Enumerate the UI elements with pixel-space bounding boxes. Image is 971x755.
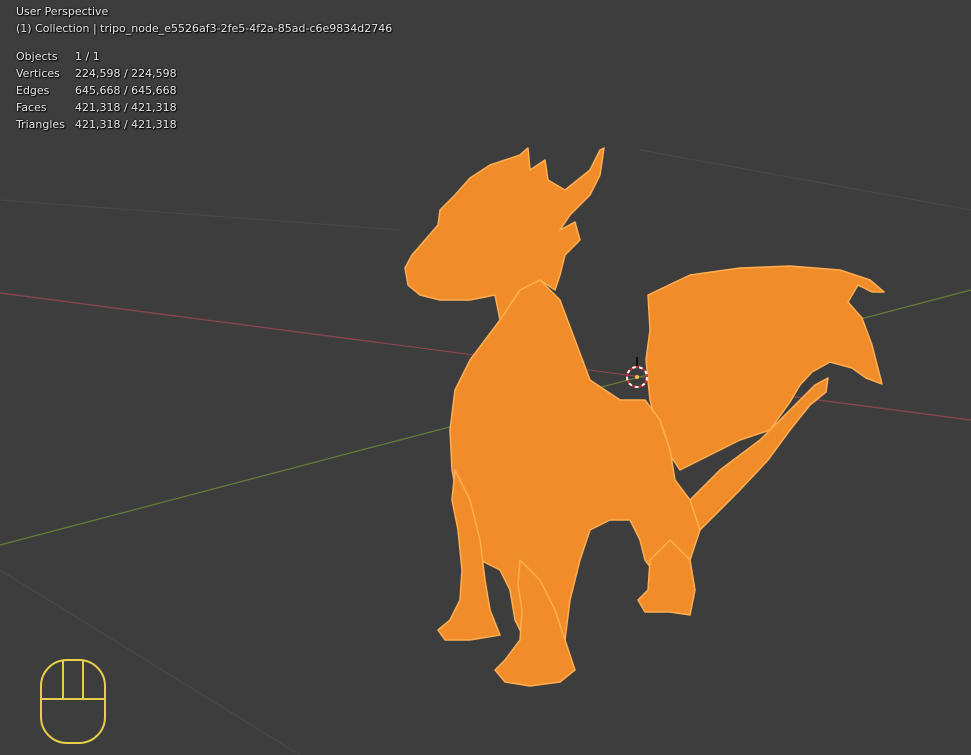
stat-row-triangles: Triangles 421,318 / 421,318: [16, 116, 177, 133]
stat-label: Faces: [16, 101, 47, 114]
stat-label: Vertices: [16, 67, 60, 80]
3d-cursor-icon[interactable]: [626, 357, 648, 388]
stat-label: Objects: [16, 50, 58, 63]
3d-viewport[interactable]: User Perspective (1) Collection | tripo_…: [0, 0, 971, 755]
stat-label: Triangles: [16, 118, 65, 131]
scene-statistics: Objects 1 / 1 Vertices 224,598 / 224,598…: [16, 48, 177, 133]
viewport-text-overlay: User Perspective (1) Collection | tripo_…: [16, 3, 392, 133]
mouse-icon: [40, 659, 106, 744]
dragon-head: [404, 147, 605, 321]
stat-label: Edges: [16, 84, 50, 97]
stat-row-vertices: Vertices 224,598 / 224,598: [16, 65, 177, 82]
stat-row-faces: Faces 421,318 / 421,318: [16, 99, 177, 116]
collection-label: (1) Collection | tripo_node_e5526af3-2fe…: [16, 22, 393, 35]
stat-value: 1 / 1: [75, 50, 100, 63]
stat-row-objects: Objects 1 / 1: [16, 48, 177, 65]
dragon-mesh[interactable]: [404, 147, 885, 687]
stat-value: 421,318 / 421,318: [75, 101, 177, 114]
view-name: User Perspective: [16, 5, 109, 18]
stat-value: 224,598 / 224,598: [75, 67, 177, 80]
stat-value: 421,318 / 421,318: [75, 118, 177, 131]
stat-value: 645,668 / 645,668: [75, 84, 177, 97]
stat-row-edges: Edges 645,668 / 645,668: [16, 82, 177, 99]
